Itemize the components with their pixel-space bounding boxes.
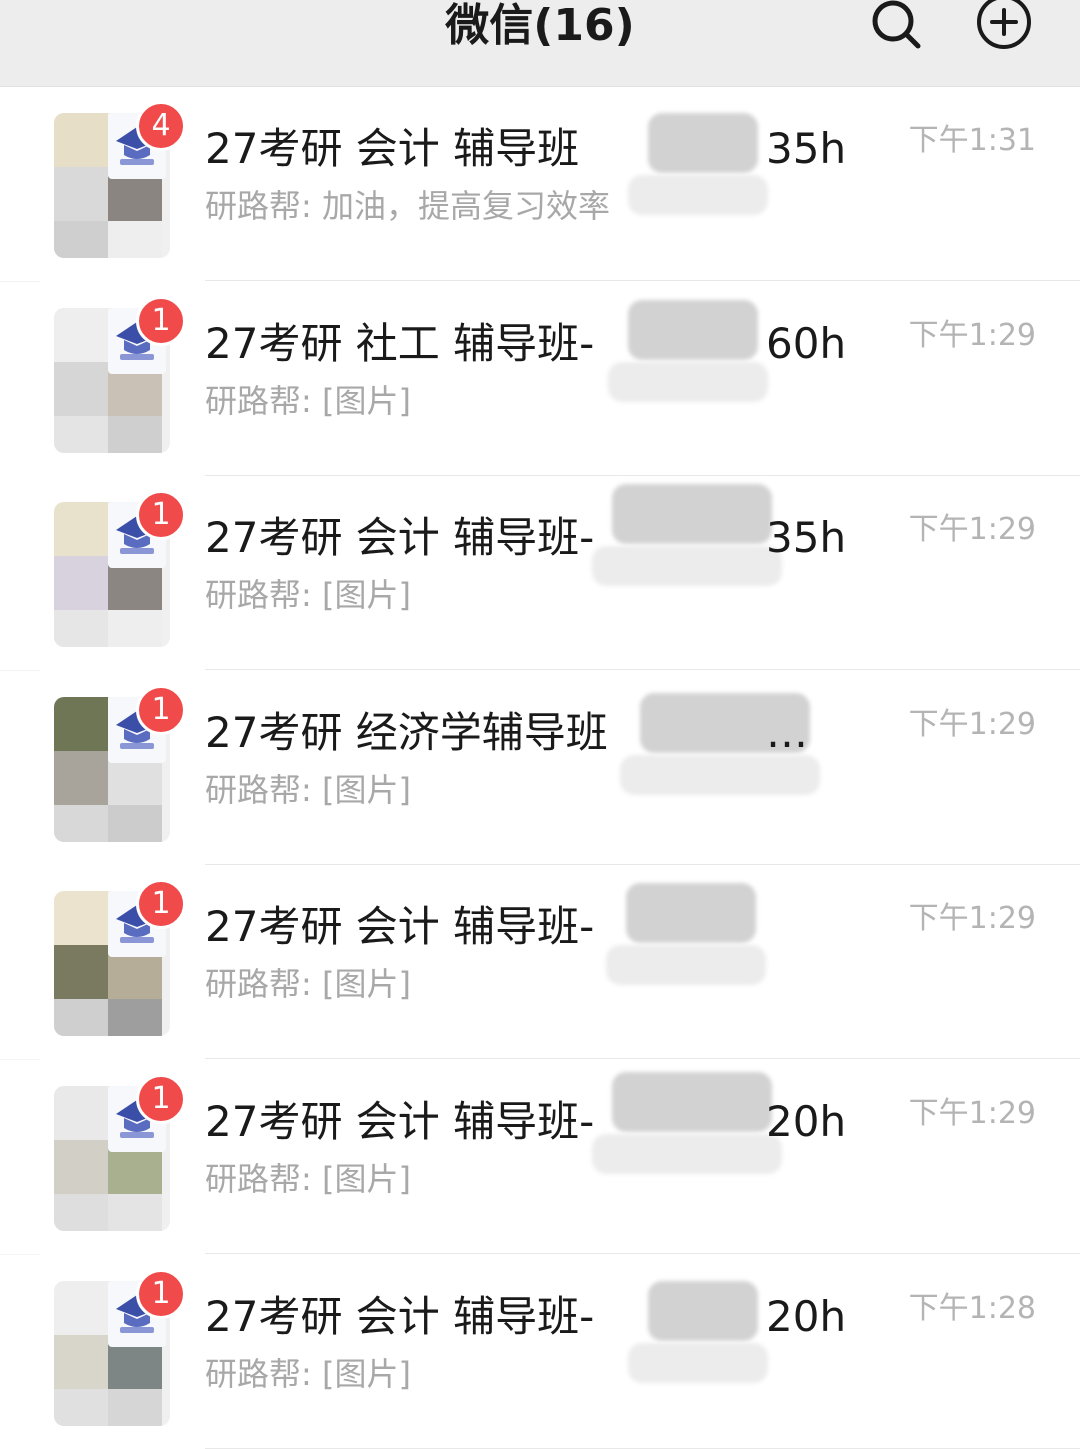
- chat-title-suffix: 60h: [766, 318, 847, 368]
- chat-preview: 研路帮: 加油，提高复习效率: [205, 187, 610, 225]
- chat-title-prefix: 27考研 社工 辅导班-: [205, 318, 595, 368]
- chat-time: 下午1:28: [908, 1290, 1036, 1326]
- chat-row[interactable]: 1 27考研 社工 辅导班- 60h 研路帮: [图片] 下午1:29: [0, 281, 1080, 476]
- top-bar: 微信(16): [0, 0, 1080, 87]
- unread-badge: 1: [136, 1074, 186, 1124]
- redacted-area: [626, 883, 756, 944]
- chat-title-suffix: 20h: [766, 1291, 847, 1341]
- redacted-area: [628, 299, 758, 360]
- redacted-area: [612, 1072, 772, 1132]
- chat-preview: 研路帮: [图片]: [205, 770, 411, 809]
- redacted-area: [648, 1280, 758, 1341]
- chat-time: 下午1:29: [908, 512, 1036, 548]
- unread-badge: 1: [136, 879, 186, 930]
- unread-badge: 4: [136, 101, 186, 151]
- chat-title-prefix: 27考研 会计 辅导班-: [205, 1097, 595, 1146]
- chat-time: 下午1:29: [908, 1096, 1036, 1131]
- chat-row[interactable]: 1 27考研 经济学辅导班 … 研路帮: [图片] 下午1:29: [0, 670, 1080, 865]
- chat-title-prefix: 27考研 会计 辅导班-: [205, 902, 595, 952]
- chat-preview: 研路帮: [图片]: [205, 381, 411, 420]
- unread-badge: 1: [136, 490, 186, 541]
- add-button[interactable]: [974, 0, 1034, 52]
- unread-badge: 1: [136, 1268, 186, 1319]
- unread-badge: 1: [136, 295, 186, 346]
- redacted-area: [648, 113, 758, 173]
- chat-title-prefix: 27考研 会计 辅导班-: [205, 513, 595, 563]
- chat-title-suffix: 20h: [766, 1097, 847, 1146]
- chat-preview: 研路帮: [图片]: [205, 576, 411, 615]
- divider: [205, 1447, 1080, 1449]
- chat-preview: 研路帮: [图片]: [205, 1354, 411, 1393]
- chat-title-prefix: 27考研 会计 辅导班-: [205, 1291, 595, 1341]
- unread-badge: 1: [136, 684, 186, 735]
- chat-row[interactable]: 1 27考研 会计 辅导班- 35h 研路帮: [图片] 下午1:29: [0, 476, 1080, 671]
- search-icon: [872, 0, 921, 49]
- chat-time: 下午1:29: [908, 901, 1036, 937]
- chat-title-suffix: …: [766, 707, 808, 757]
- chat-preview: 研路帮: [图片]: [205, 1160, 411, 1198]
- chat-title-suffix: 35h: [766, 124, 847, 173]
- chat-time: 下午1:29: [908, 706, 1036, 742]
- search-button[interactable]: [868, 0, 926, 52]
- chat-title-prefix: 27考研 会计 辅导班: [205, 124, 580, 173]
- chat-title-suffix: 35h: [766, 513, 847, 563]
- chat-row[interactable]: 1 27考研 会计 辅导班- 研路帮: [图片] 下午1:29: [0, 865, 1080, 1060]
- chat-time: 下午1:31: [908, 123, 1036, 158]
- chat-row[interactable]: 1 27考研 会计 辅导班- 20h 研路帮: [图片] 下午1:29: [0, 1060, 1080, 1254]
- chat-time: 下午1:29: [908, 317, 1036, 353]
- chat-row[interactable]: 1 27考研 会计 辅导班- 20h 研路帮: [图片] 下午1:28: [0, 1254, 1080, 1449]
- redacted-area: [612, 484, 772, 545]
- chat-row[interactable]: 4 27考研 会计 辅导班 35h 研路帮: 加油，提高复习效率 下午1:31: [0, 87, 1080, 281]
- chat-preview: 研路帮: [图片]: [205, 965, 411, 1004]
- chat-title-prefix: 27考研 经济学辅导班: [205, 707, 608, 757]
- plus-circle-icon: [977, 0, 1031, 49]
